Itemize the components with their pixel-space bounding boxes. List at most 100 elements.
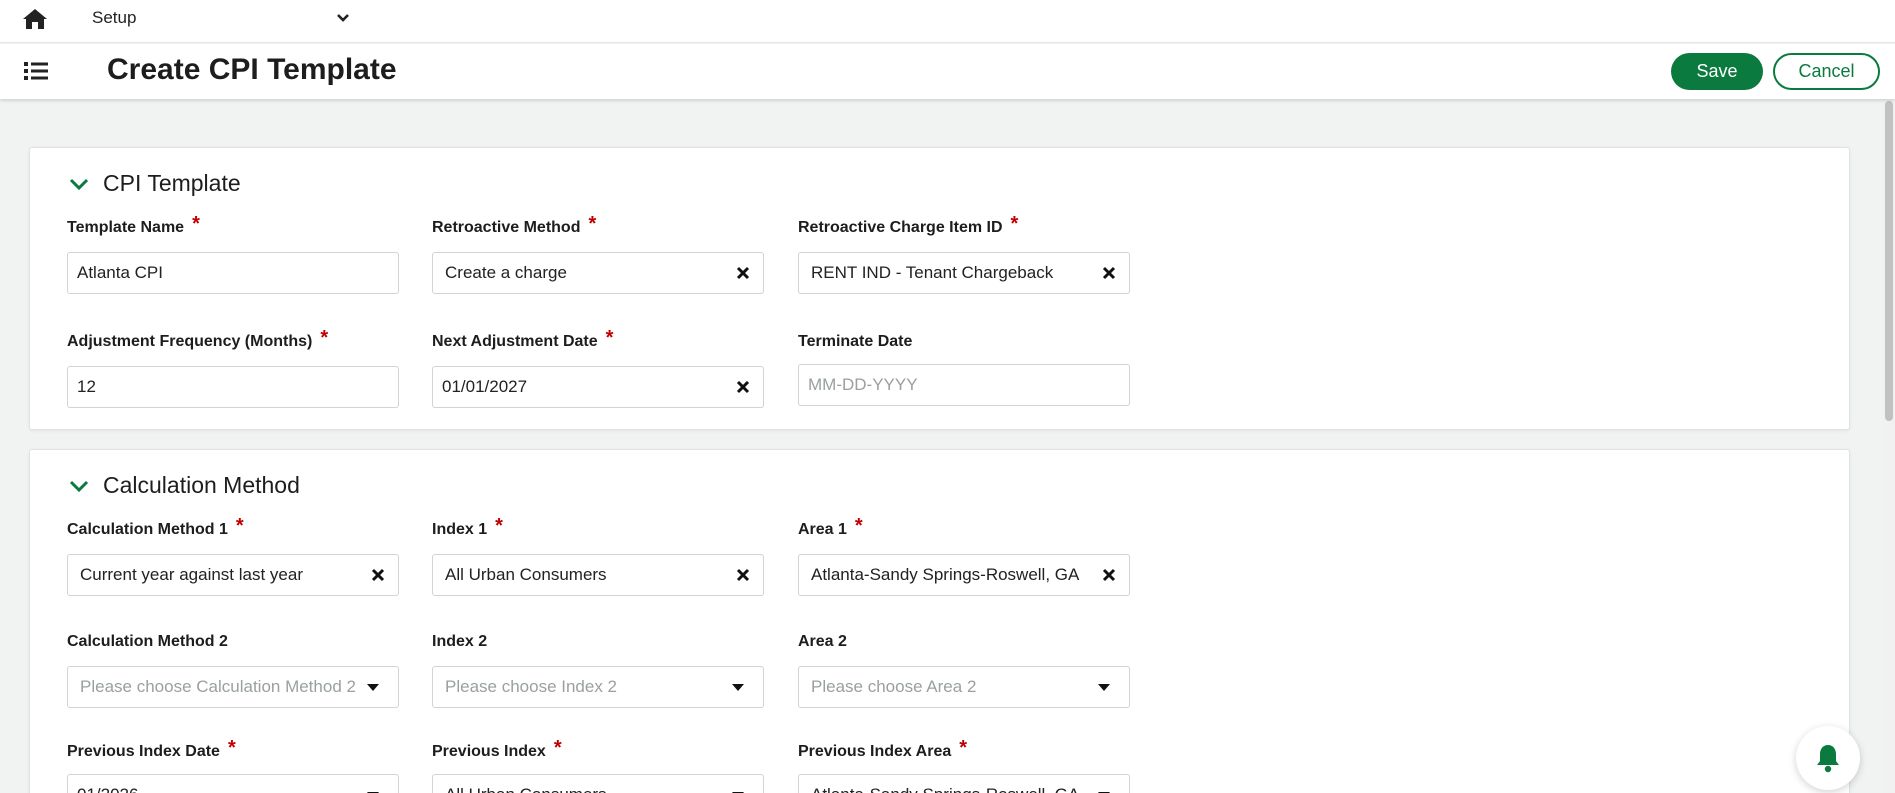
next-adjustment-date-field: Next Adjustment Date * 01/01/2027 [432, 328, 764, 408]
calculation-method-section-header[interactable]: Calculation Method [69, 472, 300, 499]
clear-x-icon[interactable] [735, 379, 751, 395]
required-marker: * [605, 327, 614, 349]
calc-method-2-placeholder: Please choose Calculation Method 2 [80, 677, 356, 696]
clear-x-icon[interactable] [370, 567, 386, 583]
area-2-label: Area 2 [798, 633, 847, 650]
index-2-select[interactable]: Please choose Index 2 [432, 666, 764, 708]
next-adjustment-date-value: 01/01/2027 [442, 377, 528, 396]
cpi-template-section-header[interactable]: CPI Template [69, 170, 241, 197]
required-marker: * [959, 737, 968, 759]
clear-x-icon[interactable] [1101, 567, 1117, 583]
retroactive-method-select[interactable]: Create a charge [432, 252, 764, 294]
calc-method-1-select[interactable]: Current year against last year [67, 554, 399, 596]
template-name-value: Atlanta CPI [77, 263, 163, 282]
previous-index-area-field: Previous Index Area * Atlanta-Sandy Sprin… [798, 738, 1130, 793]
save-button[interactable]: Save [1671, 53, 1763, 90]
calc-method-2-field: Calculation Method 2 Please choose Calcu… [67, 632, 399, 708]
area-1-label: Area 1 [798, 521, 847, 538]
dropdown-caret-icon[interactable] [366, 682, 380, 692]
page-title: Create CPI Template [107, 53, 397, 86]
index-1-select[interactable]: All Urban Consumers [432, 554, 764, 596]
bell-icon [1817, 745, 1839, 773]
previous-index-date-value: 01/2026 [77, 785, 358, 793]
notifications-button[interactable] [1796, 726, 1860, 790]
previous-index-date-field: Previous Index Date * 01/2026 [67, 738, 399, 793]
terminate-date-label: Terminate Date [798, 333, 913, 350]
retroactive-method-label: Retroactive Method [432, 219, 581, 236]
dropdown-caret-icon[interactable] [1097, 682, 1111, 692]
area-2-select[interactable]: Please choose Area 2 [798, 666, 1130, 708]
calc-method-1-value: Current year against last year [80, 565, 303, 584]
next-adjustment-date-label: Next Adjustment Date [432, 333, 598, 350]
terminate-date-placeholder: MM-DD-YYYY [808, 375, 918, 394]
calc-method-2-select[interactable]: Please choose Calculation Method 2 [67, 666, 399, 708]
previous-index-field: Previous Index * All Urban Consumers [432, 738, 764, 793]
retroactive-charge-item-field: Retroactive Charge Item ID * RENT IND - T… [798, 214, 1130, 294]
calculation-method-section: Calculation Method Calculation Method 1 *… [29, 449, 1850, 793]
clear-x-icon[interactable] [1101, 265, 1117, 281]
adjustment-frequency-label: Adjustment Frequency (Months) [67, 333, 313, 350]
collapse-chevron-icon [69, 480, 89, 492]
required-marker: * [192, 213, 200, 235]
retroactive-charge-item-select[interactable]: RENT IND - Tenant Chargeback [798, 252, 1130, 294]
previous-index-select[interactable]: All Urban Consumers [432, 774, 764, 793]
required-marker: * [320, 327, 329, 349]
cpi-template-section: CPI Template Template Name * Atlanta CPI … [29, 147, 1850, 430]
template-name-input[interactable]: Atlanta CPI [67, 252, 399, 294]
section-title: Calculation Method [103, 472, 300, 498]
required-marker: * [495, 515, 503, 537]
index-2-label: Index 2 [432, 633, 488, 650]
page-scrollbar[interactable] [1883, 99, 1895, 793]
home-icon[interactable] [22, 8, 48, 30]
retroactive-charge-item-label: Retroactive Charge Item ID [798, 219, 1003, 236]
index-1-field: Index 1 * All Urban Consumers [432, 516, 764, 596]
clear-x-icon[interactable] [735, 265, 751, 281]
calc-method-1-field: Calculation Method 1 * Current year again… [67, 516, 399, 596]
adjustment-frequency-field: Adjustment Frequency (Months) * 12 [67, 328, 399, 408]
cancel-button[interactable]: Cancel [1773, 53, 1880, 90]
page-header: Create CPI Template Save Cancel [0, 44, 1895, 99]
index-2-placeholder: Please choose Index 2 [445, 677, 618, 696]
calc-method-1-label: Calculation Method 1 [67, 521, 228, 538]
required-marker: * [235, 515, 244, 537]
area-1-select[interactable]: Atlanta-Sandy Springs-Roswell, GA [798, 554, 1130, 596]
previous-index-value: All Urban Consumers [445, 785, 723, 793]
previous-index-date-label: Previous Index Date [67, 743, 220, 760]
retroactive-method-value: Create a charge [445, 263, 567, 282]
adjustment-frequency-value: 12 [77, 377, 96, 396]
required-marker: * [588, 213, 597, 235]
previous-index-area-value: Atlanta-Sandy Springs-Roswell, GA [811, 785, 1089, 793]
index-1-label: Index 1 [432, 521, 488, 538]
clear-x-icon[interactable] [735, 567, 751, 583]
collapse-chevron-icon [69, 178, 89, 190]
scrollbar-thumb[interactable] [1885, 101, 1893, 421]
adjustment-frequency-input[interactable]: 12 [67, 366, 399, 408]
previous-index-label: Previous Index [432, 743, 546, 760]
area-1-field: Area 1 * Atlanta-Sandy Springs-Roswell, G… [798, 516, 1130, 596]
previous-index-area-label: Previous Index Area [798, 743, 952, 760]
previous-index-area-select[interactable]: Atlanta-Sandy Springs-Roswell, GA [798, 774, 1130, 793]
previous-index-date-select[interactable]: 01/2026 [67, 774, 399, 793]
calc-method-2-label: Calculation Method 2 [67, 633, 228, 650]
template-name-label: Template Name [67, 219, 185, 236]
dropdown-caret-icon[interactable] [731, 682, 745, 692]
top-bar: Setup [0, 0, 1895, 43]
required-marker: * [553, 737, 562, 759]
module-select-value: Setup [92, 8, 137, 27]
menu-list-icon[interactable] [24, 60, 48, 82]
section-title: CPI Template [103, 170, 241, 196]
template-name-field: Template Name * Atlanta CPI [67, 214, 399, 294]
area-2-field: Area 2 Please choose Area 2 [798, 632, 1130, 708]
module-select[interactable]: Setup [92, 6, 352, 30]
area-2-placeholder: Please choose Area 2 [811, 677, 977, 696]
index-1-value: All Urban Consumers [445, 565, 607, 584]
retroactive-method-field: Retroactive Method * Create a charge [432, 214, 764, 294]
terminate-date-input[interactable]: MM-DD-YYYY [798, 364, 1130, 406]
terminate-date-field: Terminate Date MM-DD-YYYY [798, 332, 1130, 406]
required-marker: * [854, 515, 863, 537]
index-2-field: Index 2 Please choose Index 2 [432, 632, 764, 708]
next-adjustment-date-input[interactable]: 01/01/2027 [432, 366, 764, 408]
required-marker: * [227, 737, 236, 759]
area-1-value: Atlanta-Sandy Springs-Roswell, GA [811, 565, 1080, 584]
chevron-down-icon [337, 14, 349, 22]
